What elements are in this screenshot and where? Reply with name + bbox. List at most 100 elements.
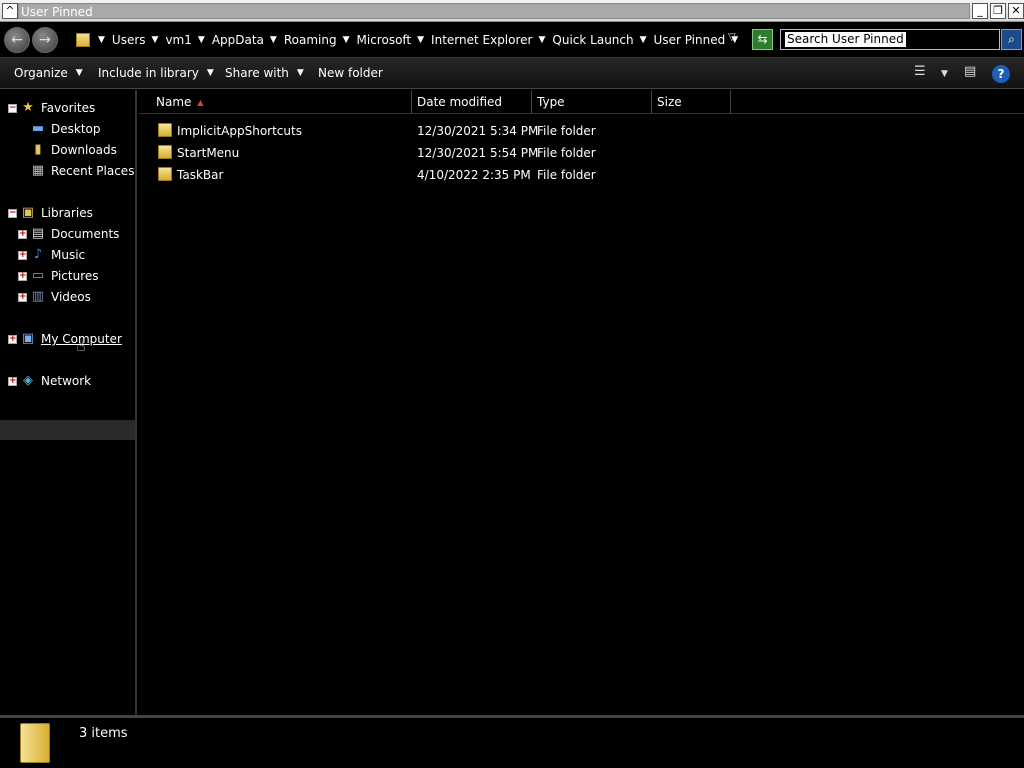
column-name[interactable]: Name ▲: [151, 90, 412, 114]
chevron-down-icon[interactable]: ▼: [343, 35, 350, 45]
chevron-down-icon: ▼: [75, 68, 83, 78]
address-history-dropdown-icon[interactable]: ▽: [728, 32, 736, 43]
details-pane: 3 items: [0, 715, 1024, 768]
expand-icon[interactable]: +: [18, 251, 27, 260]
file-date: 12/30/2021 5:54 PM: [417, 146, 539, 160]
breadcrumb-item-vm1[interactable]: vm1: [165, 33, 191, 47]
column-type[interactable]: Type: [532, 90, 652, 114]
address-row: ← → ▼ Users ▼ vm1 ▼ AppData ▼ Roaming ▼ …: [0, 23, 1024, 57]
expand-icon[interactable]: +: [8, 335, 17, 344]
include-in-library-button[interactable]: Include in library ▼: [98, 66, 214, 80]
music-icon: ♪: [33, 247, 43, 262]
view-options-icon[interactable]: ☰: [914, 64, 926, 79]
expand-icon[interactable]: +: [8, 377, 17, 386]
nav-videos[interactable]: Videos: [51, 290, 91, 304]
preview-pane-icon[interactable]: ▤: [964, 64, 976, 79]
folder-icon: [20, 723, 50, 763]
help-icon[interactable]: ?: [992, 65, 1010, 83]
breadcrumb-item-roaming[interactable]: Roaming: [284, 33, 337, 47]
breadcrumb[interactable]: ▼ Users ▼ vm1 ▼ AppData ▼ Roaming ▼ Micr…: [70, 29, 746, 51]
videos-icon: ▥: [31, 289, 45, 304]
nav-documents[interactable]: Documents: [51, 227, 119, 241]
nav-recent-places[interactable]: Recent Places: [51, 164, 134, 178]
chevron-down-icon[interactable]: ▼: [198, 35, 205, 45]
new-folder-button[interactable]: New folder: [318, 66, 383, 80]
column-name-label: Name: [156, 95, 192, 109]
expand-icon[interactable]: +: [18, 230, 27, 239]
table-row[interactable]: ImplicitAppShortcuts 12/30/2021 5:34 PM …: [139, 120, 739, 142]
system-menu-icon[interactable]: ^: [2, 3, 18, 19]
chevron-down-icon[interactable]: ▼: [640, 35, 647, 45]
nav-pictures[interactable]: Pictures: [51, 269, 99, 283]
column-date-modified[interactable]: Date modified: [412, 90, 532, 114]
chevron-down-icon: ▼: [296, 68, 304, 78]
table-row[interactable]: StartMenu 12/30/2021 5:54 PM File folder: [139, 142, 739, 164]
share-with-button[interactable]: Share with ▼: [225, 66, 304, 80]
breadcrumb-item-appdata[interactable]: AppData: [212, 33, 264, 47]
chevron-down-icon[interactable]: ▼: [417, 35, 424, 45]
window-title: User Pinned: [18, 3, 970, 19]
star-icon: ★: [22, 100, 34, 115]
expand-icon[interactable]: +: [18, 293, 27, 302]
back-arrow-icon[interactable]: ←: [4, 27, 30, 53]
include-in-library-label: Include in library: [98, 66, 199, 80]
collapse-icon[interactable]: −: [8, 104, 17, 113]
folder-icon: [76, 33, 90, 47]
new-folder-label: New folder: [318, 66, 383, 80]
nav-network[interactable]: Network: [41, 374, 91, 388]
downloads-icon: ▮: [34, 142, 42, 157]
nav-favorites[interactable]: Favorites: [41, 101, 95, 115]
chevron-down-icon: ▼: [206, 68, 214, 78]
forward-arrow-icon[interactable]: →: [32, 27, 58, 53]
search-icon[interactable]: ⌕: [1001, 29, 1022, 50]
file-date: 4/10/2022 2:35 PM: [417, 168, 531, 182]
search-box[interactable]: Search User Pinned: [780, 29, 1000, 50]
restore-icon[interactable]: ❐: [990, 3, 1006, 19]
organize-button[interactable]: Organize ▼: [14, 66, 83, 80]
navigation-pane: − ★ Favorites ▬ Desktop ▮ Downloads ▦ Re…: [0, 90, 137, 715]
chevron-down-icon[interactable]: ▼: [538, 35, 545, 45]
item-count: 3 items: [79, 726, 128, 741]
search-input[interactable]: Search User Pinned: [785, 32, 906, 47]
sort-arrow-icon: ▲: [197, 97, 204, 107]
command-bar: Organize ▼ Include in library ▼ Share wi…: [0, 57, 1024, 89]
close-icon[interactable]: ✕: [1008, 3, 1024, 19]
file-list: Name ▲ Date modified Type Size ImplicitAp…: [139, 90, 1024, 715]
nav-libraries[interactable]: Libraries: [41, 206, 93, 220]
desktop-icon: ▬: [31, 121, 45, 136]
chevron-down-icon[interactable]: ▼: [152, 35, 159, 45]
breadcrumb-item-internet-explorer[interactable]: Internet Explorer: [431, 33, 532, 47]
minimize-icon[interactable]: _: [972, 3, 988, 19]
nav-desktop[interactable]: Desktop: [51, 122, 101, 136]
breadcrumb-item-users[interactable]: Users: [112, 33, 146, 47]
refresh-icon[interactable]: ⇆: [752, 29, 773, 50]
folder-icon: [158, 123, 172, 137]
nav-music[interactable]: Music: [51, 248, 85, 262]
computer-icon: ▣: [21, 331, 35, 346]
pictures-icon: ▭: [31, 268, 45, 283]
expand-icon[interactable]: +: [18, 272, 27, 281]
file-type: File folder: [537, 168, 596, 182]
file-type: File folder: [537, 146, 596, 160]
share-with-label: Share with: [225, 66, 289, 80]
file-name: StartMenu: [177, 146, 240, 160]
table-row[interactable]: TaskBar 4/10/2022 2:35 PM File folder: [139, 164, 739, 186]
folder-icon: [158, 167, 172, 181]
breadcrumb-item-quick-launch[interactable]: Quick Launch: [552, 33, 633, 47]
nav-downloads[interactable]: Downloads: [51, 143, 117, 157]
organize-label: Organize: [14, 66, 68, 80]
collapse-icon[interactable]: −: [8, 209, 17, 218]
breadcrumb-item-user-pinned[interactable]: User Pinned: [654, 33, 726, 47]
hand-cursor-icon: ☝: [76, 336, 86, 355]
chevron-down-icon[interactable]: ▼: [270, 35, 277, 45]
hover-highlight: [0, 420, 135, 440]
file-name: ImplicitAppShortcuts: [177, 124, 302, 138]
chevron-down-icon[interactable]: ▼: [941, 69, 948, 79]
breadcrumb-item-microsoft[interactable]: Microsoft: [357, 33, 412, 47]
column-headers: Name ▲ Date modified Type Size: [139, 90, 1024, 114]
chevron-down-icon[interactable]: ▼: [98, 35, 105, 45]
column-size[interactable]: Size: [652, 90, 731, 114]
libraries-icon: ▣: [21, 205, 35, 220]
column-type-label: Type: [537, 95, 565, 109]
network-icon: ◈: [23, 373, 33, 388]
